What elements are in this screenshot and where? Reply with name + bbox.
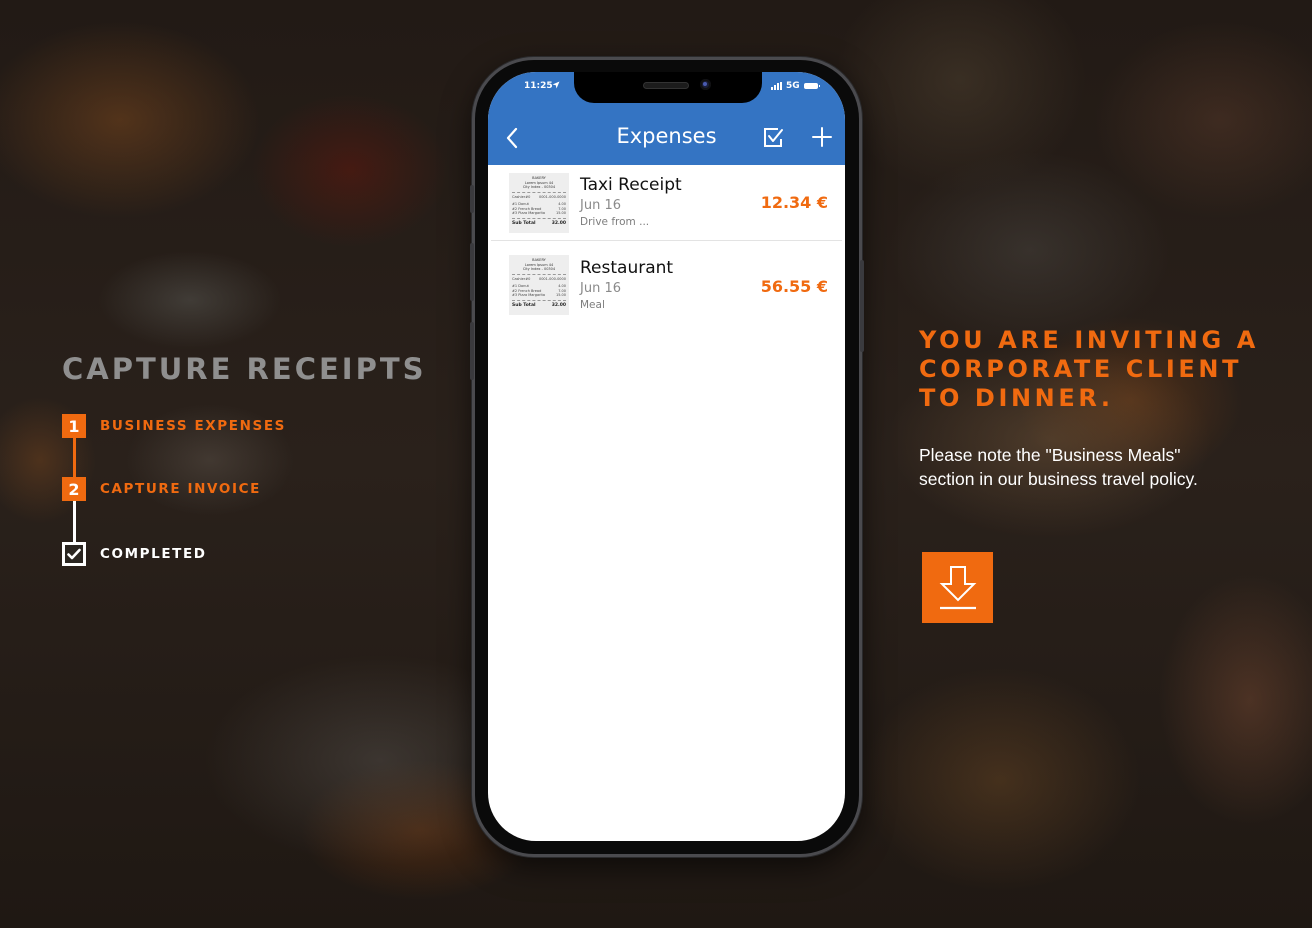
expense-date: Jun 16: [580, 198, 621, 213]
headline-line-3: TO DINNER.: [919, 384, 1114, 412]
receipt-item-price: 15.00: [555, 211, 566, 215]
app-header: 11:25 5G Expenses: [488, 72, 845, 165]
expense-amount: 56.55 €: [760, 277, 828, 296]
step-badge-1: 1: [62, 414, 86, 438]
battery-icon: [804, 83, 820, 89]
phone-volume-down: [470, 322, 474, 380]
phone-power-button: [860, 260, 864, 352]
receipt-cashier-label: Cashier#0: [512, 194, 531, 199]
signal-icon: [771, 82, 782, 90]
receipt-total-label: Sub Total: [512, 302, 536, 308]
expense-title: Taxi Receipt: [580, 175, 682, 195]
step-badge-2: 2: [62, 477, 86, 501]
receipt-cashier: Cashier#0 0001-000-0000: [512, 195, 566, 200]
receipt-total-value: 32.00: [551, 302, 566, 308]
step-connector-1: [73, 438, 76, 480]
receipt-cashier-label: Cashier#0: [512, 276, 531, 281]
receipt-divider: [512, 273, 566, 275]
speaker-grille: [643, 82, 689, 89]
policy-description: Please note the "Business Meals" section…: [919, 445, 1198, 489]
checkbox-select-icon[interactable]: [762, 126, 786, 150]
phone-notch: [574, 72, 762, 103]
nav-bar: Expenses: [488, 112, 845, 164]
phone-mockup: 11:25 5G Expenses BAKERY Lorem Ipsum 44 …: [470, 57, 864, 857]
front-camera: [700, 79, 711, 90]
headline-line-1: YOU ARE INVITING A: [919, 326, 1259, 354]
expense-note: Meal: [580, 299, 605, 311]
check-icon: [62, 542, 86, 566]
receipt-header: City Index - 00304: [522, 185, 556, 189]
receipt-total-value: 32.00: [551, 220, 566, 226]
expense-row-taxi[interactable]: BAKERY Lorem Ipsum 44 City Index - 00304…: [491, 165, 842, 241]
receipt-divider: [512, 299, 566, 301]
status-time: 11:25: [524, 81, 553, 91]
location-arrow-icon: [552, 81, 560, 91]
receipt-cashier-id: 0001-000-0000: [538, 194, 566, 199]
download-icon: [939, 565, 976, 609]
plus-icon[interactable]: [810, 125, 834, 149]
phone-silent-switch: [470, 185, 474, 213]
receipt-header: City Index - 00304: [522, 267, 556, 271]
receipt-divider: [512, 191, 566, 193]
step-business-expenses[interactable]: 1 BUSINESS EXPENSES: [62, 414, 286, 438]
receipt-item: #3 Pizza Margarita 15.00: [512, 293, 566, 298]
receipt-cashier-id: 0001-000-0000: [538, 276, 566, 281]
expense-title: Restaurant: [580, 258, 674, 278]
expense-list: BAKERY Lorem Ipsum 44 City Index - 00304…: [488, 165, 845, 323]
receipt-total-label: Sub Total: [512, 220, 536, 226]
scenario-headline: YOU ARE INVITING A CORPORATE CLIENT TO D…: [919, 326, 1279, 413]
network-type: 5G: [786, 81, 800, 91]
step-completed[interactable]: COMPLETED: [62, 542, 207, 566]
step-label: CAPTURE INVOICE: [100, 481, 261, 497]
page-title: Expenses: [616, 124, 717, 148]
step-capture-invoice[interactable]: 2 CAPTURE INVOICE: [62, 477, 261, 501]
receipt-divider: [512, 217, 566, 219]
receipt-item: #3 Pizza Margarita 15.00: [512, 211, 566, 216]
receipt-cashier: Cashier#0 0001-000-0000: [512, 277, 566, 282]
download-button[interactable]: [922, 552, 993, 623]
receipt-thumbnail: BAKERY Lorem Ipsum 44 City Index - 00304…: [509, 255, 569, 315]
expense-date: Jun 16: [580, 281, 621, 296]
headline-line-2: CORPORATE CLIENT: [919, 355, 1243, 383]
receipt-item-name: #3 Pizza Margarita: [512, 293, 546, 297]
expense-row-restaurant[interactable]: BAKERY Lorem Ipsum 44 City Index - 00304…: [491, 241, 842, 323]
receipt-thumbnail: BAKERY Lorem Ipsum 44 City Index - 00304…: [509, 173, 569, 233]
step-label: BUSINESS EXPENSES: [100, 418, 286, 434]
capture-receipts-title: CAPTURE RECEIPTS: [62, 352, 427, 386]
receipt-total: Sub Total 32.00: [512, 221, 566, 226]
receipt-item-name: #3 Pizza Margarita: [512, 211, 546, 215]
step-connector-2: [73, 501, 76, 545]
expense-amount: 12.34 €: [760, 193, 828, 212]
phone-screen: 11:25 5G Expenses BAKERY Lorem Ipsum 44 …: [488, 72, 845, 841]
step-label: COMPLETED: [100, 546, 207, 562]
receipt-item-price: 15.00: [555, 293, 566, 297]
phone-volume-up: [470, 243, 474, 301]
expense-note: Drive from ...: [580, 216, 650, 228]
receipt-total: Sub Total 32.00: [512, 303, 566, 308]
